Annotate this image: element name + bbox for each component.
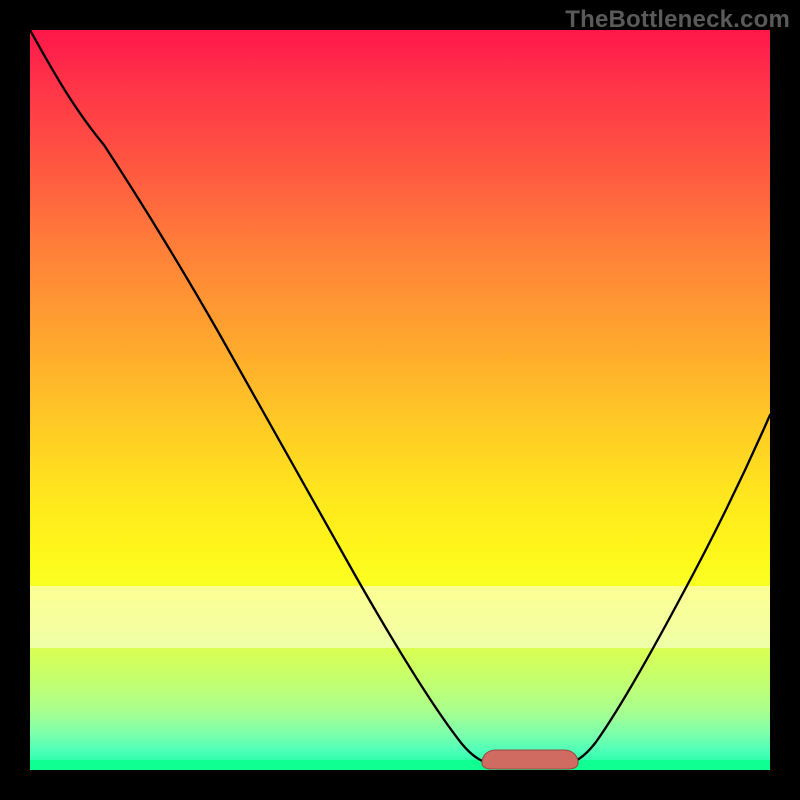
valley-bump (30, 30, 770, 770)
valley-bump-shape (482, 750, 578, 769)
plot-area (30, 30, 770, 770)
chart-stage: TheBottleneck.com (0, 0, 800, 800)
watermark-label: TheBottleneck.com (565, 6, 790, 34)
